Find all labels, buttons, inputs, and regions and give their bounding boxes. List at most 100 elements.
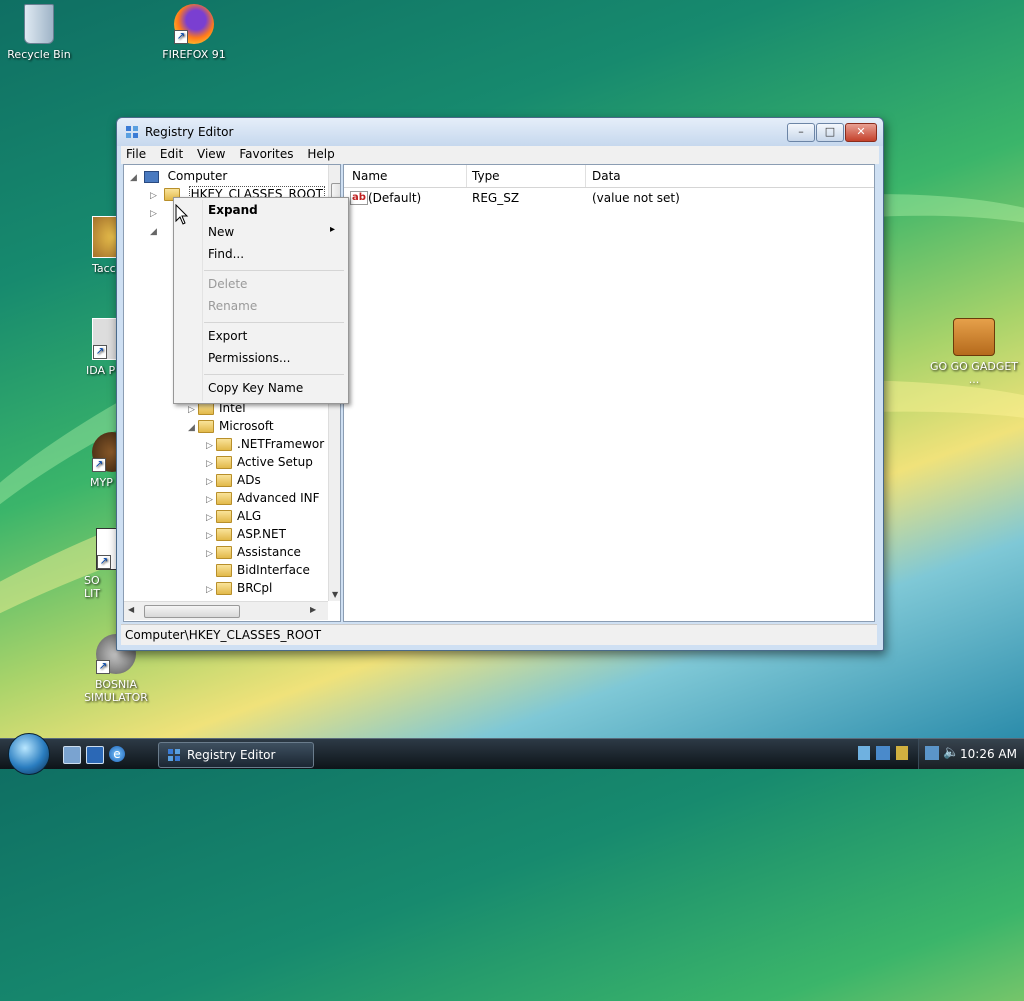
menu-item-export[interactable]: Export [208, 326, 247, 346]
folder-icon [216, 546, 232, 559]
briefcase-icon [953, 318, 995, 356]
tree-node-label: ALG [237, 509, 262, 523]
tree-node-assistance[interactable]: ▷ Assistance [206, 543, 301, 561]
column-header-data[interactable]: Data [592, 169, 621, 183]
menu-edit[interactable]: Edit [155, 146, 188, 162]
tree-node-bidinterface[interactable]: BidInterface [206, 561, 310, 579]
expanded-arrow-icon: ◢ [150, 227, 157, 237]
monitor-tray-icon[interactable] [925, 746, 939, 760]
computer-icon [143, 170, 159, 183]
menu-favorites[interactable]: Favorites [234, 146, 298, 162]
menu-item-copy-key-name[interactable]: Copy Key Name [208, 378, 303, 398]
status-path: Computer\HKEY_CLASSES_ROOT [125, 628, 322, 642]
solitaire-shortcut[interactable]: ↗ SO LIT [56, 528, 120, 600]
value-row[interactable]: ab (Default) REG_SZ (value not set) [344, 191, 874, 209]
column-header-name[interactable]: Name [352, 169, 387, 183]
close-button[interactable]: ✕ [845, 123, 877, 142]
column-header-type[interactable]: Type [472, 169, 500, 183]
tree-node-label: BRCpl [237, 581, 273, 595]
scroll-thumb[interactable] [144, 605, 240, 618]
internet-explorer-icon[interactable]: e [109, 746, 125, 762]
clock[interactable]: 10:26 AM [960, 747, 1017, 761]
tree-node-alg[interactable]: ▷ ALG [206, 507, 261, 525]
tree-node-label: Computer [167, 169, 228, 183]
menu-view[interactable]: View [192, 146, 230, 162]
gadget-tray-icon[interactable] [858, 746, 870, 760]
tree-horizontal-scrollbar[interactable]: ◀ ▶ [124, 601, 328, 620]
registry-editor-icon [126, 126, 138, 138]
tree-node-label: Microsoft [219, 419, 274, 433]
folder-icon [216, 438, 232, 451]
scroll-down-arrow-icon[interactable]: ▼ [332, 590, 338, 599]
taskbar-button-label: Registry Editor [187, 748, 276, 762]
taco-shortcut[interactable]: Tacc [56, 216, 134, 275]
tree-node-computer[interactable]: ◢ Computer [130, 167, 227, 185]
minimize-button[interactable]: – [787, 123, 815, 142]
switch-windows-icon[interactable] [86, 746, 104, 764]
shortcut-arrow-icon: ↗ [96, 660, 110, 674]
tree-node-label: Advanced INF [237, 491, 320, 505]
menu-item-expand[interactable]: Expand [208, 200, 258, 220]
security-tray-icon[interactable] [896, 746, 908, 760]
menu-help[interactable]: Help [302, 146, 339, 162]
tree-node-active-setup[interactable]: ▷ Active Setup [206, 453, 313, 471]
menu-item-find[interactable]: Find... [208, 244, 244, 264]
collapsed-arrow-icon: ▷ [206, 585, 213, 595]
menu-item-new[interactable]: New [208, 222, 234, 242]
menu-item-permissions[interactable]: Permissions... [208, 348, 290, 368]
submenu-arrow-icon: ▸ [330, 224, 336, 235]
expanded-arrow-icon: ◢ [188, 423, 195, 433]
solitaire-label: SO LIT [84, 574, 101, 600]
shortcut-arrow-icon: ↗ [92, 458, 106, 472]
folder-icon [216, 456, 232, 469]
recycle-bin-icon[interactable]: Recycle Bin [0, 4, 87, 61]
tree-node-label: BidInterface [237, 563, 310, 577]
recycle-bin-label: Recycle Bin [7, 48, 71, 61]
status-bar: Computer\HKEY_CLASSES_ROOT [121, 624, 877, 645]
tree-node-collapsed[interactable]: ▷ [150, 203, 160, 221]
menu-separator [204, 270, 344, 271]
firefox-icon: ↗ [174, 4, 214, 44]
scroll-left-arrow-icon[interactable]: ◀ [128, 605, 134, 614]
show-desktop-icon[interactable] [63, 746, 81, 764]
folder-icon [216, 510, 232, 523]
myp-shortcut[interactable]: ↗ MYP [56, 432, 132, 489]
tree-node-expanded[interactable]: ◢ [150, 221, 160, 239]
title-bar[interactable]: Registry Editor – □ ✕ [117, 118, 883, 146]
network-tray-icon[interactable] [876, 746, 890, 760]
shortcut-arrow-icon: ↗ [93, 345, 107, 359]
tree-node-brcpl[interactable]: ▷ BRCpl [206, 579, 272, 597]
shortcut-arrow-icon: ↗ [97, 555, 111, 569]
tree-node-advanced-inf[interactable]: ▷ Advanced INF [206, 489, 320, 507]
maximize-button[interactable]: □ [816, 123, 844, 142]
taskbar-registry-editor-button[interactable]: Registry Editor [158, 742, 314, 768]
tree-node-label: ADs [237, 473, 261, 487]
string-value-icon: ab [350, 191, 368, 205]
gadget-shortcut[interactable]: GO GO GADGET ... [926, 318, 1022, 386]
menu-file[interactable]: File [121, 146, 151, 162]
tree-node-microsoft[interactable]: ◢ Microsoft [188, 417, 274, 435]
folder-icon [216, 564, 232, 577]
tree-node-ads[interactable]: ▷ ADs [206, 471, 261, 489]
folder-icon [216, 528, 232, 541]
start-button[interactable] [8, 733, 50, 775]
scroll-right-arrow-icon[interactable]: ▶ [310, 605, 316, 614]
volume-icon[interactable]: 🔈 [943, 745, 959, 760]
menu-bar: File Edit View Favorites Help [121, 146, 879, 164]
shortcut-arrow-icon: ↗ [174, 30, 188, 44]
folder-icon [198, 420, 214, 433]
firefox-label: FIREFOX 91 [162, 48, 226, 61]
tree-node-label: Active Setup [237, 455, 313, 469]
values-list-pane[interactable]: Name Type Data ab (Default) REG_SZ (valu… [343, 164, 875, 622]
ida-label: IDA P [86, 364, 116, 377]
ida-shortcut[interactable]: ↗ IDA P [56, 318, 134, 377]
folder-icon [216, 474, 232, 487]
tree-node-netframework[interactable]: ▷ .NETFramewor [206, 435, 324, 453]
value-name: (Default) [368, 191, 422, 205]
firefox-shortcut[interactable]: ↗ FIREFOX 91 [146, 4, 242, 61]
tree-node-label: Assistance [237, 545, 301, 559]
bosnia-simulator-label: BOSNIA SIMULATOR [84, 678, 148, 704]
folder-icon [216, 582, 232, 595]
window-title: Registry Editor [145, 125, 234, 139]
tree-node-aspnet[interactable]: ▷ ASP.NET [206, 525, 286, 543]
